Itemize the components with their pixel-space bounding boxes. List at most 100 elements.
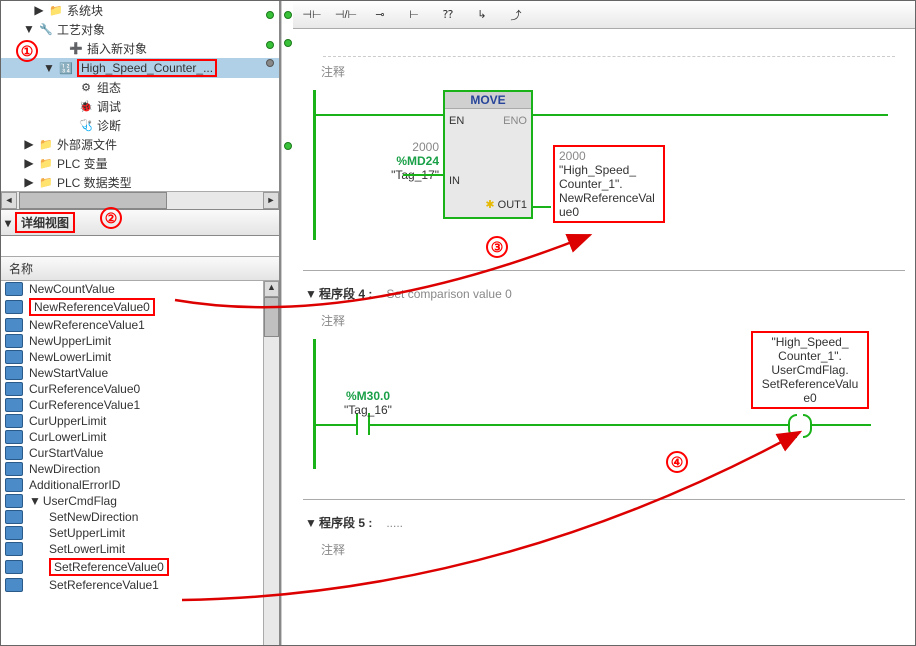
coil-operand[interactable]: "High_Speed_ Counter_1". UserCmdFlag. Se… — [751, 331, 869, 409]
detail-item-label: CurReferenceValue0 — [29, 382, 140, 396]
marker-2: ② — [100, 207, 122, 229]
toolbar-button[interactable]: ⊸ — [367, 5, 393, 25]
detail-item-label: CurLowerLimit — [29, 430, 106, 444]
tree-item[interactable]: ➕插入新对象 — [1, 39, 279, 58]
toolbar-button[interactable]: ⁇ — [435, 5, 461, 25]
tree-item-label: 工艺对象 — [57, 21, 105, 38]
tree-item[interactable]: ▼🔢High_Speed_Counter_... — [1, 58, 279, 78]
detail-item-label: AdditionalErrorID — [29, 478, 120, 492]
detail-row[interactable]: SetReferenceValue0 — [1, 557, 279, 577]
tag-icon — [5, 414, 23, 428]
detail-row[interactable]: CurReferenceValue1 — [1, 397, 279, 413]
detail-row[interactable]: CurReferenceValue0 — [1, 381, 279, 397]
detail-row[interactable]: CurLowerLimit — [1, 429, 279, 445]
tree-toggle-icon[interactable]: ▼ — [23, 22, 35, 36]
toolbar-button[interactable]: ⊣/⊢ — [333, 5, 359, 25]
move-in-label: IN — [449, 175, 460, 187]
detail-item-label: UserCmdFlag — [43, 494, 117, 508]
detail-row[interactable]: NewDirection — [1, 461, 279, 477]
tree-item-label: 诊断 — [97, 117, 121, 134]
detail-item-label: NewCountValue — [29, 282, 115, 296]
tree-node-icon: ➕ — [68, 41, 84, 57]
tree-toggle-icon[interactable]: ▶ — [33, 3, 45, 17]
editor-toolbar: ⊣⊢ ⊣/⊢ ⊸ ⊢ ⁇ ↳ ⤴ — [293, 1, 915, 29]
toolbar-button[interactable]: ↳ — [469, 5, 495, 25]
tree-node-icon: 🩺 — [78, 118, 94, 134]
tree-item-label: PLC 数据类型 — [57, 174, 132, 191]
toolbar-button[interactable]: ⊢ — [401, 5, 427, 25]
tree-item[interactable]: ▶📁系统块 — [1, 1, 279, 20]
tag-icon — [5, 300, 23, 314]
tree-node-icon: 📁 — [48, 3, 64, 19]
detail-row[interactable]: SetNewDirection — [1, 509, 279, 525]
detail-view-header[interactable]: ▾ 详细视图 — [1, 209, 279, 236]
contact-tag[interactable]: %M30.0 "Tag_16" — [333, 389, 403, 417]
tree-item[interactable]: ▼🔧工艺对象 — [1, 20, 279, 39]
editor-panel: ⊣⊢ ⊣/⊢ ⊸ ⊢ ⁇ ↳ ⤴ 注释 MOVE EN ENO IN ✱ OUT1 — [293, 1, 915, 645]
ladder-canvas[interactable]: 注释 MOVE EN ENO IN ✱ OUT1 2000 % — [293, 29, 915, 645]
tag-icon — [5, 350, 23, 364]
detail-item-label: NewLowerLimit — [29, 350, 111, 364]
tree-item[interactable]: ▶📁PLC 数据类型 — [1, 173, 279, 191]
tree-item-label: 插入新对象 — [87, 40, 147, 57]
segment-4-header[interactable]: ▼ 程序段 4 : Set comparison value 0 — [303, 281, 905, 306]
detail-row[interactable]: SetReferenceValue1 — [1, 577, 279, 593]
seg5-comment: 注释 — [321, 541, 887, 558]
detail-row[interactable]: SetUpperLimit — [1, 525, 279, 541]
detail-row[interactable]: AdditionalErrorID — [1, 477, 279, 493]
coil[interactable] — [790, 414, 810, 434]
toolbar-button[interactable]: ⊣⊢ — [299, 5, 325, 25]
detail-row[interactable]: SetLowerLimit — [1, 541, 279, 557]
tag-icon — [5, 318, 23, 332]
tree-toggle-icon[interactable]: ▼ — [43, 61, 55, 75]
tree-toggle-icon[interactable]: ▶ — [23, 175, 35, 189]
detail-item-label: NewReferenceValue0 — [29, 298, 155, 316]
expand-icon[interactable]: ▼ — [29, 494, 41, 508]
detail-item-label: NewUpperLimit — [29, 334, 111, 348]
tree-item-label: 组态 — [97, 79, 121, 96]
tag-icon — [5, 334, 23, 348]
tree-item[interactable]: ▶📁PLC 变量 — [1, 154, 279, 173]
detail-row[interactable]: NewStartValue — [1, 365, 279, 381]
detail-row[interactable]: NewLowerLimit — [1, 349, 279, 365]
detail-row[interactable]: NewReferenceValue1 — [1, 317, 279, 333]
segment-5-header[interactable]: ▼ 程序段 5 : ..... — [303, 510, 905, 535]
tree-item[interactable]: ⚙组态 — [1, 78, 279, 97]
scroll-right-icon[interactable]: ► — [263, 192, 279, 209]
tree-item-label: 外部源文件 — [57, 136, 117, 153]
column-header-name[interactable]: 名称 — [1, 256, 279, 281]
detail-scrollbar-v[interactable]: ▲ — [263, 281, 279, 645]
tag-icon — [5, 578, 23, 592]
network-4: %M30.0 "Tag_16" "High_Speed_ Counter_1".… — [303, 339, 905, 469]
tree-scrollbar-h[interactable]: ◄ ► — [1, 191, 279, 209]
move-eno-label: ENO — [503, 115, 527, 127]
move-block-title: MOVE — [445, 92, 531, 109]
detail-item-label: SetNewDirection — [49, 510, 138, 524]
tree-item[interactable]: ▶📁外部源文件 — [1, 135, 279, 154]
detail-row[interactable]: CurStartValue — [1, 445, 279, 461]
move-out-operand[interactable]: 2000 "High_Speed_ Counter_1". NewReferen… — [553, 145, 665, 223]
tree-status-dots — [263, 1, 277, 77]
detail-list[interactable]: ▲ NewCountValue NewReferenceValue0 NewRefe… — [1, 281, 279, 645]
tree-item[interactable]: 🐞调试 — [1, 97, 279, 116]
detail-row[interactable]: NewCountValue — [1, 281, 279, 297]
detail-row[interactable]: ▼UserCmdFlag — [1, 493, 279, 509]
detail-header-label: 详细视图 — [15, 212, 75, 233]
tag-icon — [5, 382, 23, 396]
tag-icon — [5, 398, 23, 412]
detail-row[interactable]: NewUpperLimit — [1, 333, 279, 349]
net3-comment: 注释 — [321, 63, 887, 80]
move-block[interactable]: MOVE EN ENO IN ✱ OUT1 — [443, 90, 533, 219]
tree-node-icon: 🐞 — [78, 99, 94, 115]
tree-item[interactable]: 🩺诊断 — [1, 116, 279, 135]
toolbar-button[interactable]: ⤴ — [503, 5, 529, 25]
detail-item-label: NewReferenceValue1 — [29, 318, 145, 332]
detail-item-label: NewDirection — [29, 462, 100, 476]
tree-toggle-icon[interactable]: ▶ — [23, 137, 35, 151]
project-tree[interactable]: ▶📁系统块▼🔧工艺对象➕插入新对象▼🔢High_Speed_Counter_..… — [1, 1, 279, 191]
tree-toggle-icon[interactable]: ▶ — [23, 156, 35, 170]
detail-row[interactable]: NewReferenceValue0 — [1, 297, 279, 317]
scroll-left-icon[interactable]: ◄ — [1, 192, 17, 209]
detail-row[interactable]: CurUpperLimit — [1, 413, 279, 429]
chevron-down-icon: ▼ — [305, 516, 319, 530]
